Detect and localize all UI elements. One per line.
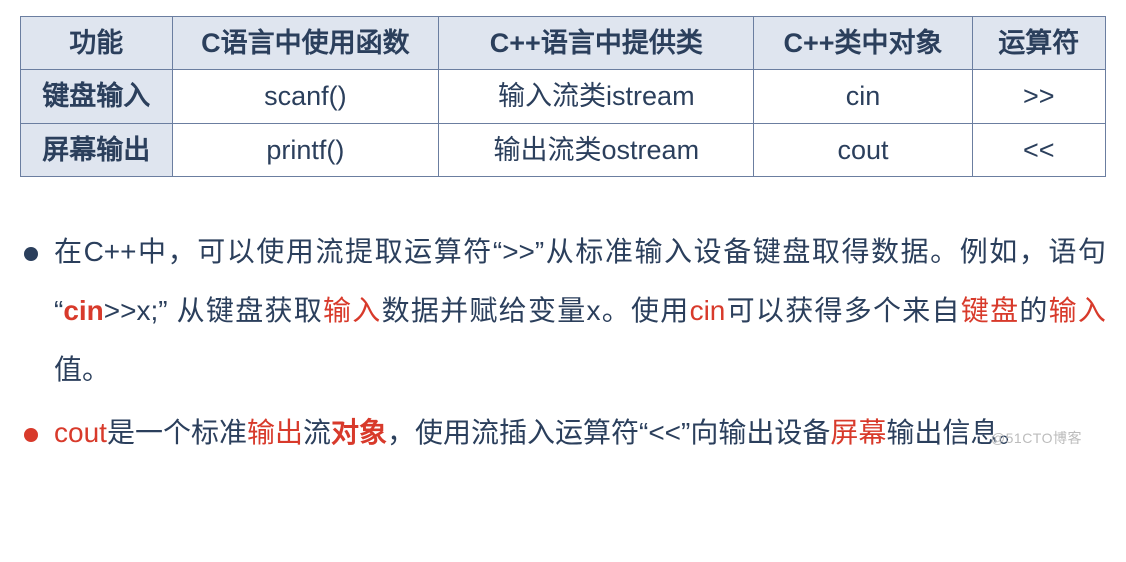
io-comparison-table: 功能 C语言中使用函数 C++语言中提供类 C++类中对象 运算符 键盘输入 s… [20, 16, 1106, 177]
cell-cpp-obj: cout [754, 123, 972, 176]
text: 流 [303, 417, 331, 448]
kw-cin: cin [63, 295, 103, 326]
note-cout: cout是一个标准输出流对象，使用流插入运算符“<<”向输出设备屏幕输出信息。 [20, 404, 1106, 463]
text: 值。 [54, 354, 110, 385]
text: 可以获得多个来自 [725, 295, 960, 326]
th-cpp-object: C++类中对象 [754, 17, 972, 70]
kw-input: 输入 [1049, 295, 1106, 326]
kw-cout: cout [54, 417, 107, 448]
cell-c-func: scanf() [172, 70, 439, 123]
table-row: 键盘输入 scanf() 输入流类istream cin >> [21, 70, 1106, 123]
th-c-func: C语言中使用函数 [172, 17, 439, 70]
cell-operator: << [972, 123, 1105, 176]
text: >>x;” 从键盘获取 [104, 295, 323, 326]
kw-input: 输入 [323, 295, 382, 326]
cell-cpp-class: 输出流类ostream [439, 123, 754, 176]
notes-list: 在C++中，可以使用流提取运算符“>>”从标准输入设备键盘取得数据。例如，语句 … [20, 223, 1106, 462]
th-operator: 运算符 [972, 17, 1105, 70]
cell-c-func: printf() [172, 123, 439, 176]
th-cpp-class: C++语言中提供类 [439, 17, 754, 70]
text: 的 [1019, 295, 1048, 326]
text: 数据并赋给变量x。使用 [382, 295, 690, 326]
kw-output: 输出 [247, 417, 303, 448]
cell-cpp-obj: cin [754, 70, 972, 123]
text: 输出信息。 [886, 417, 1026, 448]
kw-object: 对象 [331, 417, 387, 448]
text: 是一个标准 [107, 417, 247, 448]
th-function: 功能 [21, 17, 173, 70]
row-label-output: 屏幕输出 [21, 123, 173, 176]
row-label-input: 键盘输入 [21, 70, 173, 123]
kw-screen: 屏幕 [830, 417, 886, 448]
cell-cpp-class: 输入流类istream [439, 70, 754, 123]
kw-keyboard: 键盘 [961, 295, 1020, 326]
note-cin: 在C++中，可以使用流提取运算符“>>”从标准输入设备键盘取得数据。例如，语句 … [20, 223, 1106, 399]
cell-operator: >> [972, 70, 1105, 123]
text: ，使用流插入运算符“<<”向输出设备 [387, 417, 830, 448]
table-header-row: 功能 C语言中使用函数 C++语言中提供类 C++类中对象 运算符 [21, 17, 1106, 70]
kw-cin: cin [690, 295, 726, 326]
table-row: 屏幕输出 printf() 输出流类ostream cout << [21, 123, 1106, 176]
